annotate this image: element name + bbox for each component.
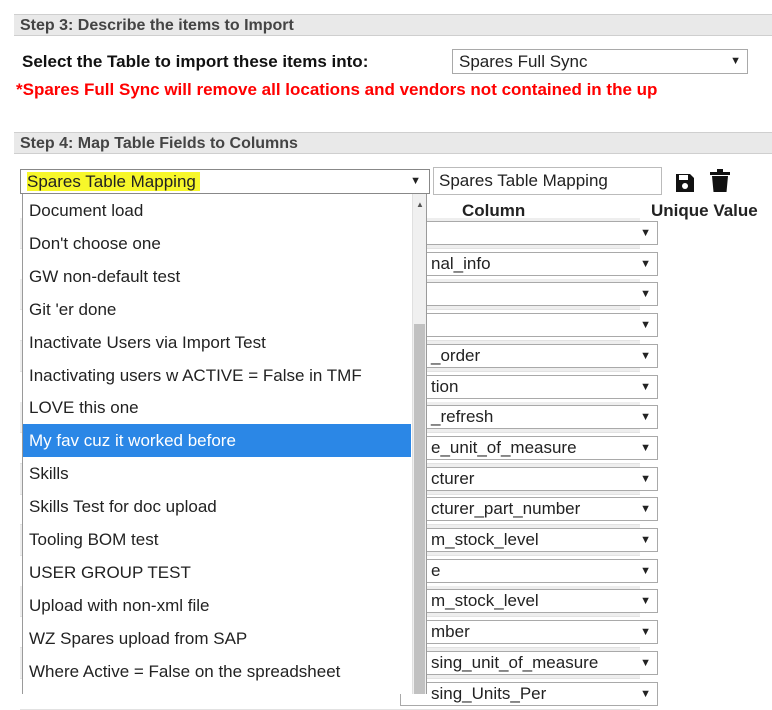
dropdown-option[interactable]: Document load xyxy=(23,194,411,227)
chevron-down-icon: ▼ xyxy=(640,626,651,639)
column-header: Column xyxy=(462,201,526,220)
column-select-value: e_unit_of_measure xyxy=(431,437,577,457)
chevron-down-icon: ▼ xyxy=(640,227,651,239)
dropdown-option[interactable]: Inactivate Users via Import Test xyxy=(23,326,411,359)
dropdown-option[interactable]: My fav cuz it worked before xyxy=(23,424,411,458)
scroll-up-icon[interactable]: ▲ xyxy=(416,200,424,209)
column-select-value: nal_info xyxy=(431,253,491,273)
step4-header: Step 4: Map Table Fields to Columns xyxy=(14,132,772,154)
chevron-down-icon: ▼ xyxy=(640,441,651,454)
unique-value-header: Unique Value xyxy=(651,201,758,220)
chevron-down-icon: ▼ xyxy=(640,380,651,393)
column-select[interactable]: m_stock_level ▼ xyxy=(400,589,658,614)
dropdown-option[interactable]: Inactivating users w ACTIVE = False in T… xyxy=(23,359,411,392)
table-select-value: Spares Full Sync xyxy=(459,52,588,71)
column-select-value: tion xyxy=(431,376,459,396)
column-select[interactable]: sing_unit_of_measure ▼ xyxy=(400,650,658,675)
chevron-down-icon: ▼ xyxy=(640,564,651,577)
column-select[interactable]: nal_info ▼ xyxy=(400,251,658,276)
column-select[interactable]: _order ▼ xyxy=(400,343,658,368)
column-select-value: mber xyxy=(431,622,470,642)
mapping-select-value: Spares Table Mapping xyxy=(27,172,200,191)
mapping-select[interactable]: Spares Table Mapping ▼ xyxy=(20,169,430,194)
column-select-value: m_stock_level xyxy=(431,591,539,611)
mapping-dropdown-list[interactable]: Document load Don't choose one GW non-defa… xyxy=(22,194,427,694)
sync-warning: *Spares Full Sync will remove all locati… xyxy=(16,80,658,99)
column-select-value: m_stock_level xyxy=(431,530,539,549)
dropdown-option[interactable]: Upload with non-xml file xyxy=(23,589,411,622)
trash-icon[interactable] xyxy=(709,169,731,198)
column-select[interactable]: cturer_part_number ▼ xyxy=(400,497,658,522)
column-select[interactable]: m_stock_level ▼ xyxy=(400,528,658,552)
dropdown-option[interactable]: Where Active = False on the spreadsheet xyxy=(23,655,411,688)
chevron-down-icon: ▼ xyxy=(640,319,651,332)
column-select[interactable]: ▼ xyxy=(400,313,658,338)
chevron-down-icon: ▼ xyxy=(640,503,651,516)
step3-header: Step 3: Describe the items to Import xyxy=(14,14,772,36)
chevron-down-icon: ▼ xyxy=(640,595,651,608)
dropdown-option[interactable]: USER GROUP TEST xyxy=(23,556,411,589)
column-select-value: e xyxy=(431,560,441,580)
dropdown-option[interactable]: Don't choose one xyxy=(23,227,411,260)
chevron-down-icon: ▼ xyxy=(640,349,651,362)
dropdown-option[interactable]: Skills xyxy=(23,457,411,490)
dropdown-option[interactable]: LOVE this one xyxy=(23,391,411,424)
table-select-label: Select the Table to import these items i… xyxy=(22,52,369,71)
column-select[interactable]: mber ▼ xyxy=(400,620,658,645)
column-select[interactable]: e ▼ xyxy=(400,558,658,583)
dropdown-option[interactable]: WZ Spares upload from SAP xyxy=(23,622,411,655)
dropdown-option[interactable]: Skills Test for doc upload xyxy=(23,490,411,523)
mapping-name-input[interactable]: Spares Table Mapping xyxy=(433,167,662,195)
dropdown-option[interactable]: GW non-default test xyxy=(23,260,411,293)
chevron-down-icon: ▼ xyxy=(640,534,651,546)
column-select[interactable]: cturer ▼ xyxy=(400,466,658,491)
chevron-down-icon: ▼ xyxy=(640,257,651,270)
column-select[interactable]: tion ▼ xyxy=(400,374,658,399)
column-select[interactable]: e_unit_of_measure ▼ xyxy=(400,435,658,460)
dropdown-option[interactable]: Tooling BOM test xyxy=(23,523,411,556)
chevron-down-icon: ▼ xyxy=(730,55,741,67)
column-select-value: sing_Units_Per xyxy=(431,683,547,703)
chevron-down-icon: ▼ xyxy=(640,472,651,485)
dropdown-scrollbar[interactable]: ▲ xyxy=(412,194,426,694)
column-select-value: sing_unit_of_measure xyxy=(431,652,599,672)
chevron-down-icon: ▼ xyxy=(410,175,421,187)
chevron-down-icon: ▼ xyxy=(640,656,651,669)
chevron-down-icon: ▼ xyxy=(640,288,651,301)
chevron-down-icon: ▼ xyxy=(640,411,651,424)
save-icon[interactable] xyxy=(674,172,696,199)
dropdown-option[interactable]: Git 'er done xyxy=(23,293,411,326)
column-select-value: cturer_part_number xyxy=(431,499,581,519)
column-select[interactable]: _refresh ▼ xyxy=(400,405,658,430)
column-select[interactable]: ▼ xyxy=(400,221,658,245)
column-select-value: _refresh xyxy=(431,407,494,427)
column-select-value: _order xyxy=(431,345,481,365)
column-select-value: cturer xyxy=(431,468,475,488)
column-select[interactable]: ▼ xyxy=(400,282,658,307)
table-select[interactable]: Spares Full Sync ▼ xyxy=(452,49,748,74)
scroll-thumb[interactable] xyxy=(414,324,425,694)
